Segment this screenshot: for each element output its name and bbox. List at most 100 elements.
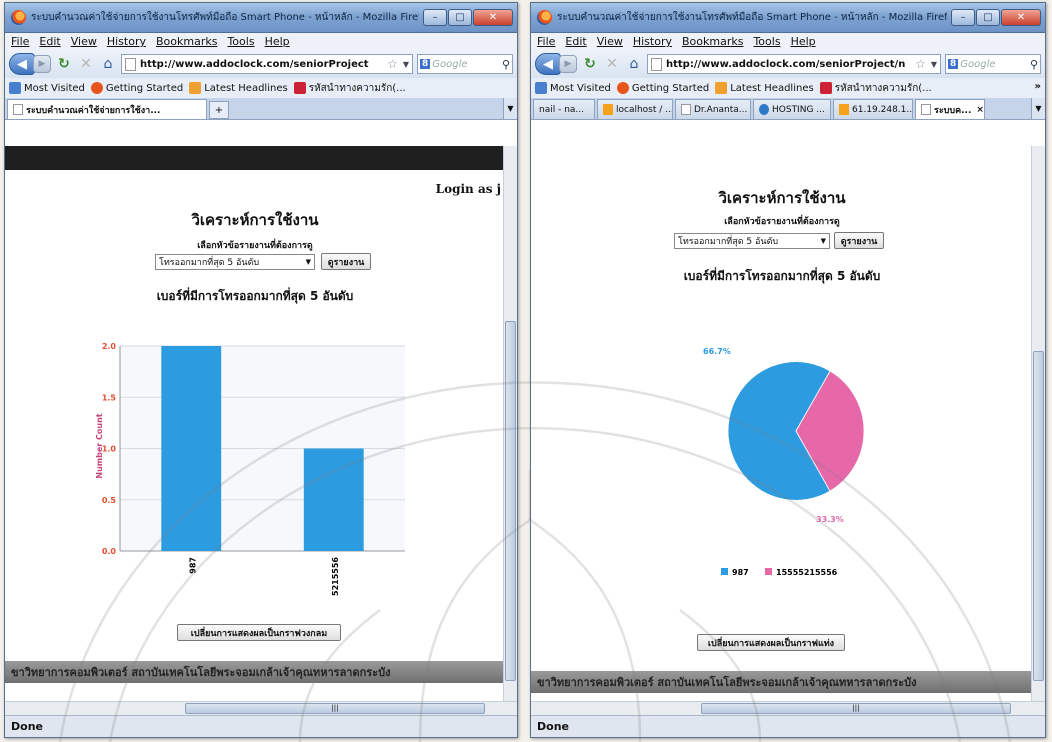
- menu-bar: File Edit View History Bookmarks Tools H…: [531, 33, 1045, 50]
- search-box[interactable]: 8 Google ⚲: [417, 54, 513, 74]
- firefox-icon: [11, 10, 26, 25]
- url-dropdown-icon[interactable]: ▼: [403, 60, 409, 69]
- google-icon: 8: [948, 59, 959, 69]
- menu-help[interactable]: Help: [791, 35, 816, 48]
- pie-chart: 66.7% 33.3% 987 15555215556: [703, 347, 865, 577]
- url-text[interactable]: http://www.addoclock.com/seniorProject/n: [666, 59, 913, 70]
- menu-bookmarks[interactable]: Bookmarks: [682, 35, 743, 48]
- stop-icon[interactable]: ✕: [77, 56, 95, 72]
- tab-active[interactable]: ระบบคำนวณค่าใช้จ่ายการใช้งา...: [7, 99, 207, 119]
- bookmark-label: Most Visited: [550, 82, 611, 94]
- pie-value-label: 33.3%: [816, 515, 844, 524]
- horizontal-scroll-thumb[interactable]: |||: [701, 703, 1011, 714]
- bookmark-star-icon[interactable]: ☆: [915, 57, 926, 71]
- minimize-button[interactable]: –: [423, 9, 447, 26]
- search-icon[interactable]: ⚲: [502, 58, 510, 71]
- close-tab-icon[interactable]: ×: [976, 105, 984, 115]
- most-visited-icon: [9, 82, 21, 94]
- new-tab-button[interactable]: +: [209, 101, 229, 119]
- vertical-scrollbar[interactable]: [503, 146, 517, 701]
- phpmyadmin-icon: [839, 104, 849, 115]
- minimize-button[interactable]: –: [951, 9, 975, 26]
- tab-dr-ananta[interactable]: Dr.Ananta...: [675, 99, 751, 119]
- tab-active[interactable]: ระบบค... ×: [915, 99, 985, 119]
- bookmark-thai[interactable]: รหัสนำทางความรัก(...: [293, 81, 406, 96]
- maximize-button[interactable]: □: [448, 9, 472, 26]
- report-select[interactable]: โทรออกมากที่สุด 5 อันดับ ▼: [155, 254, 315, 270]
- phpmyadmin-icon: [603, 104, 613, 115]
- tab-label: Dr.Ananta...: [694, 104, 748, 115]
- horizontal-scrollbar[interactable]: |||: [5, 701, 517, 715]
- home-icon[interactable]: ⌂: [625, 56, 643, 72]
- forward-button[interactable]: ▶: [33, 55, 51, 73]
- menu-tools[interactable]: Tools: [227, 35, 254, 48]
- vertical-scrollbar[interactable]: [1031, 146, 1045, 701]
- bookmark-getting-started[interactable]: Getting Started: [90, 82, 183, 94]
- vertical-scroll-thumb[interactable]: [505, 321, 516, 681]
- tab-mail[interactable]: nail - na...: [533, 99, 595, 119]
- horizontal-scrollbar[interactable]: |||: [531, 701, 1045, 715]
- close-button[interactable]: ✕: [1001, 9, 1041, 26]
- bookmark-label: Most Visited: [24, 82, 85, 94]
- search-placeholder[interactable]: Google: [432, 59, 502, 70]
- menu-file[interactable]: File: [537, 35, 555, 48]
- stop-icon[interactable]: ✕: [603, 56, 621, 72]
- bookmark-label: รหัสนำทางความรัก(...: [308, 82, 406, 94]
- tab-ip[interactable]: 61.19.248.1...: [833, 99, 913, 119]
- search-placeholder[interactable]: Google: [960, 59, 1030, 70]
- tab-list-icon[interactable]: ▼: [1031, 98, 1045, 119]
- legend-label: 987: [732, 568, 749, 577]
- menu-help[interactable]: Help: [265, 35, 290, 48]
- close-button[interactable]: ✕: [473, 9, 513, 26]
- bookmark-latest-headlines[interactable]: Latest Headlines: [189, 82, 288, 94]
- menu-edit[interactable]: Edit: [39, 35, 60, 48]
- bookmark-most-visited[interactable]: Most Visited: [9, 82, 85, 94]
- report-select[interactable]: โทรออกมากที่สุด 5 อันดับ ▼: [674, 233, 830, 249]
- switch-to-pie-button[interactable]: เปลี่ยนการแสดงผลเป็นกราฟวงกลม: [177, 624, 341, 641]
- tab-label: 61.19.248.1...: [852, 104, 913, 115]
- bookmark-most-visited[interactable]: Most Visited: [535, 82, 611, 94]
- url-bar[interactable]: http://www.addoclock.com/seniorProject/n…: [647, 54, 941, 74]
- url-text[interactable]: http://www.addoclock.com/seniorProject: [140, 59, 385, 70]
- rss-icon: [715, 82, 728, 94]
- menu-bookmarks[interactable]: Bookmarks: [156, 35, 217, 48]
- url-dropdown-icon[interactable]: ▼: [931, 60, 937, 69]
- title-bar: ระบบคำนวณค่าใช้จ่ายการใช้งานโทรศัพท์มือถ…: [531, 3, 1045, 33]
- menu-tools[interactable]: Tools: [753, 35, 780, 48]
- tab-list-icon[interactable]: ▼: [503, 98, 517, 119]
- switch-to-bar-button[interactable]: เปลี่ยนการแสดงผลเป็นกราฟแท่ง: [697, 634, 845, 651]
- tab-hosting[interactable]: HOSTING ...: [753, 99, 831, 119]
- menu-history[interactable]: History: [107, 35, 146, 48]
- menu-history[interactable]: History: [633, 35, 672, 48]
- reload-icon[interactable]: ↻: [55, 56, 73, 72]
- back-button[interactable]: ◀: [9, 53, 35, 75]
- bookmark-getting-started[interactable]: Getting Started: [616, 82, 709, 94]
- vertical-scroll-thumb[interactable]: [1033, 351, 1044, 681]
- search-box[interactable]: 8 Google ⚲: [945, 54, 1041, 74]
- tab-localhost[interactable]: localhost / ...: [597, 99, 673, 119]
- page-content: Login as j วิเคราะห์การใช้งาน เลือกหัวข้…: [5, 146, 517, 701]
- pie-value-label: 66.7%: [703, 347, 731, 356]
- search-icon[interactable]: ⚲: [1030, 58, 1038, 71]
- home-icon[interactable]: ⌂: [99, 56, 117, 72]
- bookmark-latest-headlines[interactable]: Latest Headlines: [715, 82, 814, 94]
- menu-edit[interactable]: Edit: [565, 35, 586, 48]
- menu-bar: File Edit View History Bookmarks Tools H…: [5, 33, 517, 50]
- maximize-button[interactable]: □: [976, 9, 1000, 26]
- menu-view[interactable]: View: [71, 35, 97, 48]
- bookmark-star-icon[interactable]: ☆: [387, 57, 398, 71]
- forward-button[interactable]: ▶: [559, 55, 577, 73]
- menu-view[interactable]: View: [597, 35, 623, 48]
- bookmark-site-icon: [293, 82, 306, 94]
- view-report-button[interactable]: ดูรายงาน: [321, 253, 371, 270]
- hosting-site-icon: [759, 104, 769, 115]
- chevron-right-icon[interactable]: »: [1035, 81, 1041, 92]
- menu-file[interactable]: File: [11, 35, 29, 48]
- horizontal-scroll-thumb[interactable]: |||: [185, 703, 485, 714]
- google-icon: 8: [420, 59, 431, 69]
- view-report-button[interactable]: ดูรายงาน: [834, 232, 884, 249]
- url-bar[interactable]: http://www.addoclock.com/seniorProject ☆…: [121, 54, 413, 74]
- bookmark-thai[interactable]: รหัสนำทางความรัก(...: [819, 81, 932, 96]
- back-button[interactable]: ◀: [535, 53, 561, 75]
- reload-icon[interactable]: ↻: [581, 56, 599, 72]
